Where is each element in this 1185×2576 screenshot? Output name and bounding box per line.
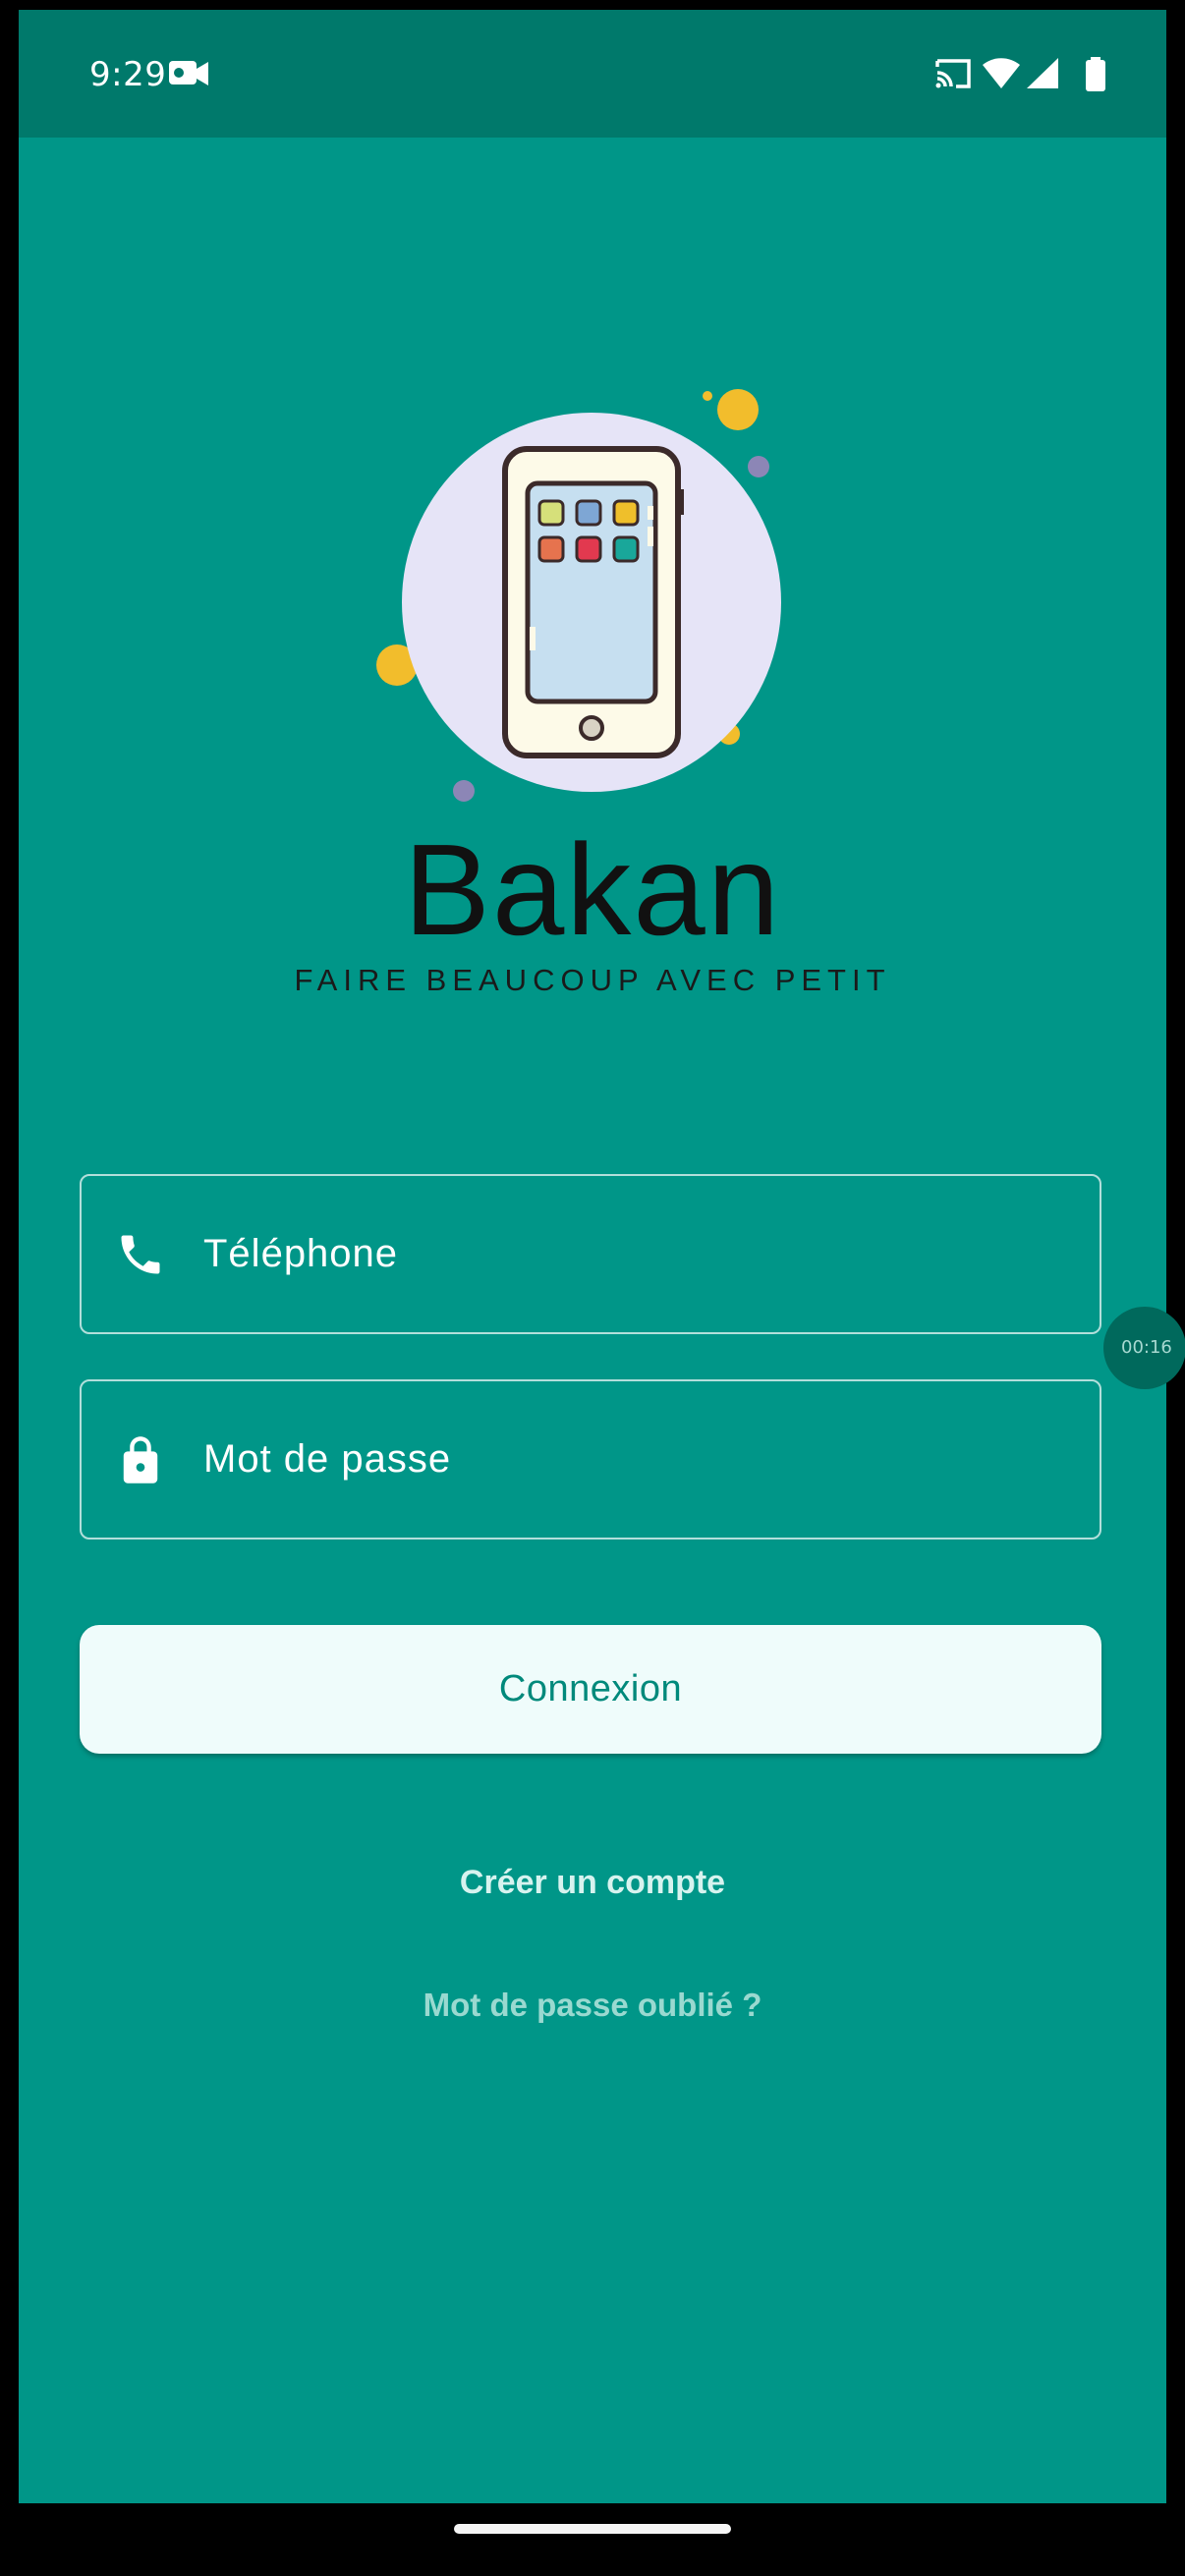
phone-icon — [121, 1235, 160, 1273]
brand-name: Bakan — [403, 817, 782, 962]
gesture-nav-handle[interactable] — [454, 2524, 731, 2534]
phone-input[interactable] — [203, 1176, 1068, 1332]
phone-field[interactable] — [80, 1174, 1101, 1334]
app-logo: Bakan FAIRE BEAUCOUP AVEC PETIT — [19, 10, 1166, 1091]
password-field[interactable] — [80, 1379, 1101, 1540]
password-input[interactable] — [203, 1381, 1068, 1538]
recording-timer-badge[interactable]: 00:16 — [1103, 1307, 1185, 1389]
create-account-link[interactable]: Créer un compte — [19, 1864, 1166, 1902]
lock-icon — [123, 1435, 158, 1484]
brand-tagline: FAIRE BEAUCOUP AVEC PETIT — [294, 963, 891, 997]
app-screen: 9:29 Bakan FAIRE BEAUCOUP AVEC PETIT Tél… — [19, 10, 1166, 2503]
forgot-password-link[interactable]: Mot de passe oublié ? — [19, 1987, 1166, 2024]
smartphone-logo-icon — [376, 389, 781, 802]
login-button[interactable]: Connexion — [80, 1625, 1101, 1754]
